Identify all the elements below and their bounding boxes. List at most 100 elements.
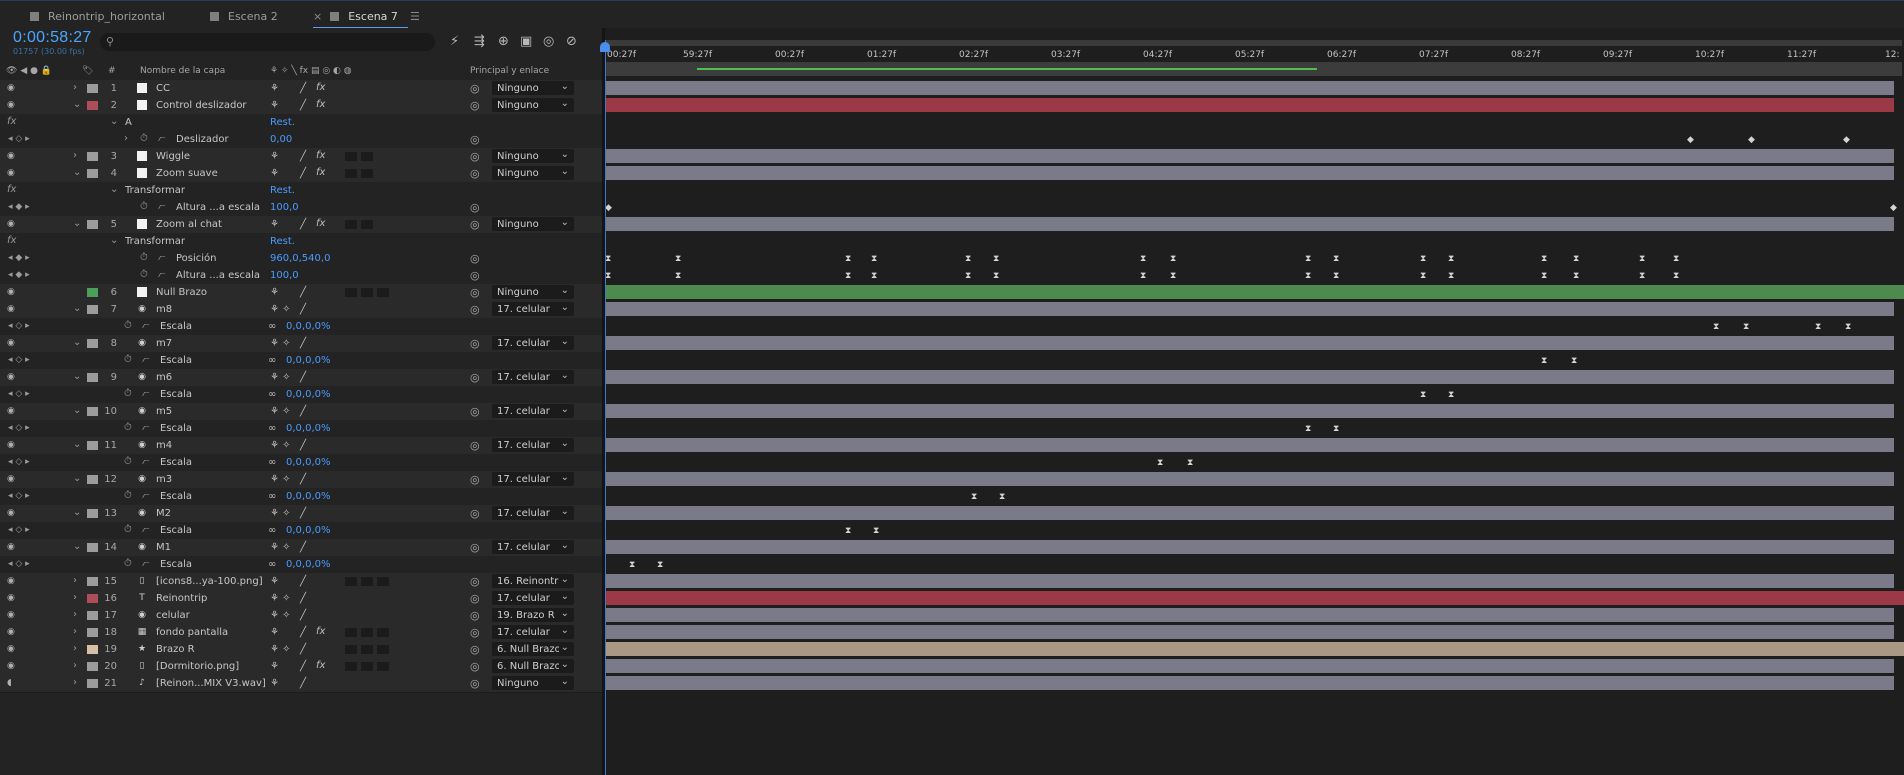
stopwatch-icon[interactable]: ⏱	[140, 252, 148, 263]
label-color[interactable]	[87, 373, 98, 382]
pickwhip-icon[interactable]: ◎	[470, 99, 480, 112]
switch-slot[interactable]	[361, 288, 373, 297]
layer-row-10[interactable]: ◉ ⌄ 10 ◉ m5 ⚘ ✧ ╱ ◎ 17. celular ⌄	[0, 403, 602, 421]
parent-dropdown[interactable]: 17. celular ⌄	[492, 370, 574, 384]
layer-name[interactable]: [Dormitorio.png]	[156, 661, 239, 672]
parent-dropdown[interactable]: 17. celular ⌄	[492, 625, 574, 639]
keyframe-icon[interactable]: ⧗	[845, 254, 851, 264]
keyframe-icon[interactable]: ⧗	[1305, 271, 1311, 281]
keyframe-icon[interactable]: ⧗	[1157, 458, 1163, 468]
switch-slot[interactable]	[345, 628, 357, 637]
keyframe-icon[interactable]: ⧗	[965, 254, 971, 264]
shy-switch-icon[interactable]: ⚘	[270, 661, 279, 672]
layer-row-15[interactable]: ◉ › 15 ▯ [icons8...ya-100.png] ⚘ ╱ ◎ 16.…	[0, 573, 602, 591]
track-bar[interactable]	[605, 335, 1904, 352]
pickwhip-icon[interactable]: ◎	[470, 150, 480, 163]
keyframe-icon[interactable]: ⧗	[657, 560, 663, 570]
keyframe-icon[interactable]: ⧗	[993, 254, 999, 264]
label-color[interactable]	[87, 611, 98, 620]
label-color[interactable]	[87, 407, 98, 416]
pickwhip-icon[interactable]: ◎	[470, 371, 480, 384]
quality-switch-icon[interactable]: ╱	[300, 304, 306, 315]
label-color[interactable]	[87, 628, 98, 637]
stopwatch-icon[interactable]: ⏱	[140, 201, 148, 212]
current-time-indicator[interactable]	[605, 40, 606, 775]
eye-icon[interactable]: ◉	[7, 474, 15, 484]
keyframe-icon[interactable]: ⧗	[871, 271, 877, 281]
keyframe-icon[interactable]: ⧗	[1140, 271, 1146, 281]
draft-3d-icon[interactable]: ⚡	[450, 34, 459, 49]
pickwhip-icon[interactable]: ◎	[470, 677, 480, 690]
keyframe-icon[interactable]: ⧗	[1448, 271, 1454, 281]
keyframe-navigator-icon[interactable]: ◂ ◆ ▸	[8, 202, 30, 212]
property-value[interactable]: 0,0,0,0%	[286, 321, 331, 332]
eye-icon[interactable]: ◉	[7, 304, 15, 314]
keyframe-icon[interactable]: ◆	[1890, 203, 1897, 213]
keyframe-icon[interactable]: ⧗	[1170, 271, 1176, 281]
layer-row-8[interactable]: ◉ ⌄ 8 ◉ m7 ⚘ ✧ ╱ ◎ 17. celular ⌄	[0, 335, 602, 353]
shy-layers-icon[interactable]: ⇶	[474, 34, 485, 49]
tab-reinontrip-horizontal[interactable]: Reinontrip_horizontal	[30, 7, 165, 25]
quality-switch-icon[interactable]: ╱	[300, 372, 306, 383]
pickwhip-icon[interactable]: ◎	[470, 82, 480, 95]
shy-switch-icon[interactable]: ⚘ ✧	[270, 644, 291, 655]
effect-switch-icon[interactable]: fx	[316, 218, 325, 229]
work-area-range[interactable]	[697, 68, 1317, 70]
keyframe-icon[interactable]: ◆	[605, 203, 612, 213]
keyframe-icon[interactable]: ⧗	[1187, 458, 1193, 468]
layer-row-7[interactable]: ◉ ⌄ 7 ◉ m8 ⚘ ✧ ╱ ◎ 17. celular ⌄	[0, 301, 602, 319]
switch-slot[interactable]	[345, 662, 357, 671]
keyframe-icon[interactable]: ⧗	[1541, 254, 1547, 264]
layer-row-1[interactable]: ◉ › 1 CC ⚘ ╱ fx ◎ Ninguno ⌄	[0, 80, 602, 98]
keyframe-navigator-icon[interactable]: ◂ ◆ ▸	[8, 253, 30, 263]
keyframe-navigator-icon[interactable]: ◂ ◇ ▸	[8, 491, 30, 501]
eye-icon[interactable]: ◉	[7, 440, 15, 450]
keyframe-icon[interactable]: ⧗	[1573, 271, 1579, 281]
track-bar[interactable]	[605, 403, 1904, 420]
track-bar[interactable]	[605, 284, 1904, 301]
label-color[interactable]	[87, 220, 98, 229]
constrain-proportions-icon[interactable]: ∞	[268, 525, 276, 536]
pickwhip-icon[interactable]: ◎	[470, 473, 480, 486]
eye-icon[interactable]: ◉	[7, 593, 15, 603]
keyframe-icon[interactable]: ⧗	[675, 271, 681, 281]
parent-dropdown[interactable]: 6. Null Brazo ⌄	[492, 659, 574, 673]
keyframe-navigator-icon[interactable]: ◂ ◇ ▸	[8, 134, 30, 144]
track-bar[interactable]	[605, 675, 1904, 692]
layer-name[interactable]: Zoom al chat	[156, 219, 222, 230]
layer-row-18[interactable]: ◉ › 18 ▦ fondo pantalla ⚘ ╱ fx ◎ 17. cel…	[0, 624, 602, 642]
pickwhip-icon[interactable]: ◎	[470, 252, 480, 265]
effect-name[interactable]: A	[125, 117, 132, 128]
eye-icon[interactable]: ◉	[7, 576, 15, 586]
keyframe-icon[interactable]: ⧗	[1448, 254, 1454, 264]
reset-link[interactable]: Rest.	[270, 185, 295, 196]
quality-switch-icon[interactable]: ╱	[300, 474, 306, 485]
chevron-right-icon[interactable]: ›	[73, 575, 77, 586]
keyframe-icon[interactable]: ⧗	[1420, 254, 1426, 264]
group-name[interactable]: Transformar	[125, 236, 185, 247]
frame-blending-icon[interactable]: ⊕	[498, 34, 509, 49]
layer-name[interactable]: m5	[156, 406, 172, 417]
keyframe-navigator-icon[interactable]: ◂ ◇ ▸	[8, 559, 30, 569]
chevron-right-icon[interactable]: ›	[73, 643, 77, 654]
track-bar[interactable]	[605, 216, 1904, 233]
keyframe-icon[interactable]: ⧗	[1170, 254, 1176, 264]
shy-switch-icon[interactable]: ⚘ ✧	[270, 610, 291, 621]
work-area-bar[interactable]	[605, 62, 1902, 76]
layer-row-20[interactable]: ◉ › 20 ▯ [Dormitorio.png] ⚘ ╱ fx ◎ 6. Nu…	[0, 658, 602, 676]
keyframe-icon[interactable]: ⧗	[871, 254, 877, 264]
keyframe-icon[interactable]: ⧗	[1573, 254, 1579, 264]
parent-dropdown[interactable]: Ninguno ⌄	[492, 149, 574, 163]
constrain-proportions-icon[interactable]: ∞	[268, 423, 276, 434]
quality-switch-icon[interactable]: ╱	[300, 83, 306, 94]
eye-icon[interactable]: ◉	[7, 168, 15, 178]
graph-editor-icon[interactable]: ◎	[543, 34, 554, 49]
eye-icon[interactable]: ◉	[7, 219, 15, 229]
label-color[interactable]	[87, 152, 98, 161]
pickwhip-icon[interactable]: ◎	[470, 337, 480, 350]
stopwatch-icon[interactable]: ⏱	[124, 524, 132, 535]
layer-row-12[interactable]: ◉ ⌄ 12 ◉ m3 ⚘ ✧ ╱ ◎ 17. celular ⌄	[0, 471, 602, 489]
keyframe-icon[interactable]: ⧗	[1541, 356, 1547, 366]
parent-dropdown[interactable]: Ninguno ⌄	[492, 285, 574, 299]
keyframe-icon[interactable]: ⧗	[873, 526, 879, 536]
